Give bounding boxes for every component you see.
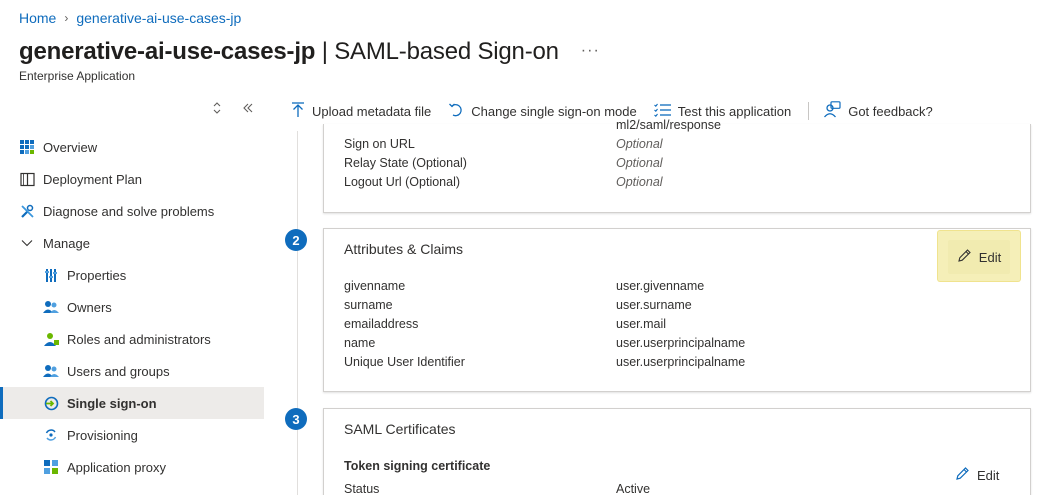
step-badge-3: 3 (285, 408, 307, 430)
proxy-grid-icon (43, 459, 59, 475)
wrench-icon (19, 203, 35, 219)
claim-row: emailaddress user.mail (344, 317, 1004, 331)
breadcrumb-app-link[interactable]: generative-ai-use-cases-jp (76, 10, 241, 26)
config-key: Sign on URL (344, 137, 415, 151)
attributes-claims-card: Attributes & Claims givenname user.given… (323, 228, 1031, 392)
claim-value: user.userprincipalname (616, 355, 746, 369)
sidebar-controls (212, 102, 254, 117)
change-sso-mode-label: Change single sign-on mode (471, 103, 637, 119)
cert-row: Status Active (344, 482, 1004, 495)
claim-row: Unique User Identifier user.userprincipa… (344, 355, 1004, 369)
breadcrumb: Home › generative-ai-use-cases-jp (19, 10, 241, 26)
test-application-button[interactable]: Test this application (653, 103, 792, 120)
sidebar-item-users-groups[interactable]: Users and groups (0, 355, 264, 387)
sidebar-item-properties[interactable]: Properties (0, 259, 264, 291)
config-value: Optional (616, 156, 663, 170)
edit-label: Edit (977, 467, 1000, 483)
chevron-right-icon: › (64, 11, 69, 25)
attributes-claims-title: Attributes & Claims (344, 241, 464, 257)
claim-key: emailaddress (344, 317, 419, 331)
upload-metadata-label: Upload metadata file (312, 103, 432, 119)
claim-value: user.userprincipalname (616, 336, 746, 350)
claim-value: user.givenname (616, 279, 705, 293)
claim-value: user.surname (616, 298, 692, 312)
page-title-separator: | (315, 38, 335, 65)
pencil-icon (957, 248, 972, 266)
config-row: Relay State (Optional) Optional (344, 156, 1004, 170)
page-title-page: SAML-based Sign-on (334, 38, 559, 65)
grid-icon (19, 139, 35, 155)
claim-value: user.mail (616, 317, 667, 331)
sidebar-item-label: Owners (67, 299, 112, 315)
sidebar-item-provisioning[interactable]: Provisioning (0, 419, 264, 451)
sidebar-item-label: Deployment Plan (43, 171, 142, 187)
claim-key: Unique User Identifier (344, 355, 465, 369)
people-icon (43, 299, 59, 315)
feedback-label: Got feedback? (848, 103, 933, 119)
sidebar-item-label: Application proxy (67, 459, 166, 475)
edit-label: Edit (978, 249, 1002, 265)
upload-icon (291, 101, 305, 121)
sidebar-item-label: Properties (67, 267, 127, 283)
cert-key: Status (344, 482, 380, 495)
certificates-edit-button[interactable]: Edit (955, 466, 999, 484)
cert-value: Active (616, 482, 651, 495)
sidebar-item-label: Users and groups (67, 363, 170, 379)
config-value: Optional (616, 137, 663, 151)
sidebar-item-label: Manage (43, 235, 90, 251)
config-value: Optional (616, 175, 663, 189)
page-title-app: generative-ai-use-cases-jp (19, 38, 316, 65)
sidebar-item-roles[interactable]: Roles and administrators (0, 323, 264, 355)
sidebar-item-label: Overview (43, 139, 98, 155)
collapse-sidebar-icon[interactable] (242, 102, 254, 117)
clipped-value: ml2/saml/response (616, 118, 721, 132)
people-icon (43, 363, 59, 379)
sidebar-item-application-proxy[interactable]: Application proxy (0, 451, 264, 483)
config-row: Sign on URL Optional (344, 137, 1004, 151)
saml-certificates-card: SAML Certificates Token signing certific… (323, 408, 1031, 495)
clipped-row: ml2/saml/response (344, 118, 1004, 132)
step-badge-2: 2 (285, 229, 307, 251)
sidebar-divider (297, 131, 298, 495)
sidebar-item-deployment-plan[interactable]: Deployment Plan (0, 163, 264, 195)
test-application-label: Test this application (677, 103, 792, 119)
sidebar-item-label: Provisioning (67, 427, 138, 443)
claim-row: givenname user.givenname (344, 279, 1004, 293)
config-row: Logout Url (Optional) Optional (344, 175, 1004, 189)
saml-certificates-title: SAML Certificates (344, 421, 456, 437)
sidebar-item-label: Diagnose and solve problems (43, 203, 215, 219)
claim-row: surname user.surname (344, 298, 1004, 312)
sync-icon (43, 427, 59, 443)
book-icon (19, 171, 35, 187)
attributes-edit-button[interactable]: Edit (948, 240, 1010, 274)
sign-in-arrow-icon (43, 395, 59, 411)
more-options-icon[interactable]: ··· (581, 42, 600, 60)
sidebar-item-owners[interactable]: Owners (0, 291, 264, 323)
breadcrumb-home-link[interactable]: Home (19, 10, 56, 26)
user-role-icon (43, 331, 59, 347)
sliders-icon (43, 267, 59, 283)
sidebar-item-label: Roles and administrators (67, 331, 211, 347)
sort-updown-icon[interactable] (212, 102, 222, 117)
basic-saml-config-card: ml2/saml/response Sign on URL Optional R… (323, 118, 1031, 213)
page-header: generative-ai-use-cases-jp | SAML-based … (19, 38, 600, 66)
sidebar: Overview Deployment Plan Diagnose and so… (0, 131, 264, 483)
checklist-icon (653, 103, 671, 120)
sidebar-group-manage[interactable]: Manage (0, 227, 264, 259)
claim-key: surname (344, 298, 393, 312)
page-title: generative-ai-use-cases-jp | SAML-based … (19, 38, 559, 66)
token-signing-heading: Token signing certificate (344, 459, 491, 473)
pencil-icon (955, 466, 970, 484)
claim-key: name (344, 336, 376, 350)
sidebar-item-diagnose[interactable]: Diagnose and solve problems (0, 195, 264, 227)
sidebar-item-single-sign-on[interactable]: Single sign-on (0, 387, 264, 419)
page-subtitle: Enterprise Application (19, 69, 136, 83)
sidebar-item-overview[interactable]: Overview (0, 131, 264, 163)
chevron-down-icon (19, 235, 35, 251)
config-key: Logout Url (Optional) (344, 175, 461, 189)
config-key: Relay State (Optional) (344, 156, 467, 170)
claim-key: givenname (344, 279, 406, 293)
claim-row: name user.userprincipalname (344, 336, 1004, 350)
sidebar-item-label: Single sign-on (67, 395, 157, 411)
